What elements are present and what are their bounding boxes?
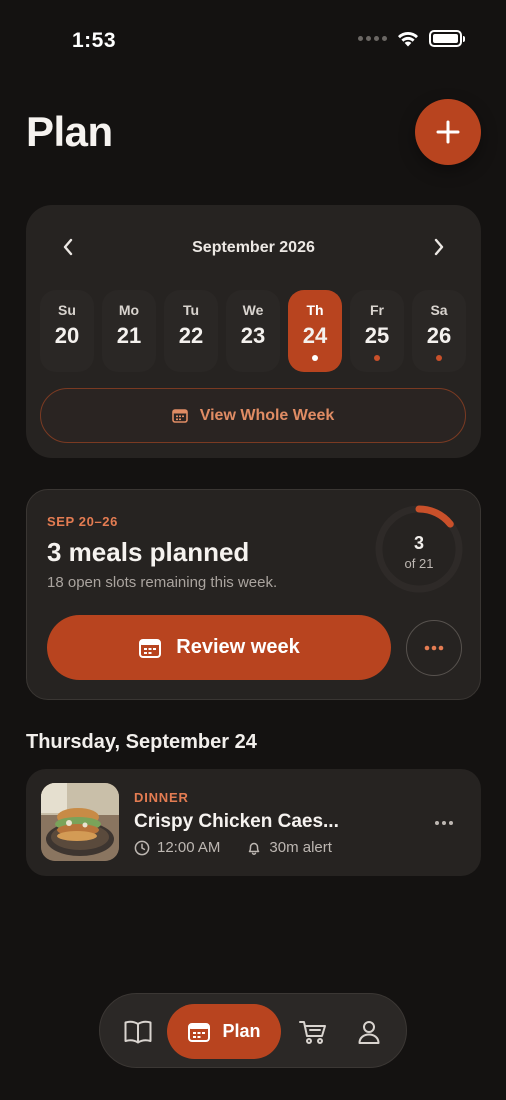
review-week-button[interactable]: Review week xyxy=(47,615,391,680)
week-calendar-card: September 2026 Su 20 Mo 21 Tu 22 We 23 T… xyxy=(26,205,481,458)
meal-progress-arc xyxy=(415,505,454,528)
book-icon xyxy=(124,1020,152,1043)
day-selector: Su 20 Mo 21 Tu 22 We 23 Th 24 Fr 25 Sa 2… xyxy=(40,290,468,372)
day-number: 23 xyxy=(240,323,266,348)
day-cell-tue[interactable]: Tu 22 xyxy=(164,290,218,372)
meal-alert: 30m alert xyxy=(269,839,332,856)
meal-photo xyxy=(41,783,119,861)
calendar-header: September 2026 xyxy=(26,235,481,261)
progress-count: 3 xyxy=(413,533,424,553)
day-of-week: We xyxy=(242,302,264,318)
nav-plan-label: Plan xyxy=(222,1021,261,1041)
day-of-week: Fr xyxy=(370,302,384,318)
day-cell-wed[interactable]: We 23 xyxy=(226,290,280,372)
ellipsis-icon xyxy=(435,821,453,825)
plus-icon xyxy=(436,120,460,144)
nav-shopping-cart[interactable] xyxy=(285,1004,341,1059)
meal-time: 12:00 AM xyxy=(157,839,221,856)
day-number: 21 xyxy=(116,323,142,348)
view-whole-week-button[interactable]: View Whole Week xyxy=(40,388,466,443)
progress-total: of 21 xyxy=(404,556,434,571)
day-number: 26 xyxy=(426,323,452,348)
meal-meta: 12:00 AM 30m alert xyxy=(134,839,332,856)
page-title: Plan xyxy=(26,108,113,155)
calendar-icon xyxy=(171,409,188,423)
review-week-label: Review week xyxy=(176,636,300,658)
next-week-button[interactable] xyxy=(427,235,451,259)
status-indicators xyxy=(358,30,465,47)
meal-options-button[interactable] xyxy=(424,809,464,837)
day-number: 25 xyxy=(364,323,390,348)
day-number: 22 xyxy=(178,323,204,348)
month-label: September 2026 xyxy=(192,239,315,256)
plan-screen: 1:53 Plan September 2026 Su 20 Mo 21 Tu … xyxy=(0,0,506,1100)
day-of-week: Tu xyxy=(182,302,200,318)
ellipsis-icon xyxy=(424,645,444,651)
clock-icon xyxy=(134,840,150,855)
meal-indicator-dot xyxy=(436,355,442,361)
meal-card[interactable]: DINNER Crispy Chicken Caes... 12:00 AM 3… xyxy=(26,769,481,876)
day-cell-fri[interactable]: Fr 25 xyxy=(350,290,404,372)
person-icon xyxy=(358,1020,380,1044)
cart-icon xyxy=(299,1020,326,1044)
day-cell-sun[interactable]: Su 20 xyxy=(40,290,94,372)
bottom-navigation: Plan xyxy=(99,993,407,1068)
meals-planned-title: 3 meals planned xyxy=(47,537,250,567)
open-slots-subtitle: 18 open slots remaining this week. xyxy=(47,574,278,591)
view-whole-week-label: View Whole Week xyxy=(199,406,335,424)
day-cell-thu[interactable]: Th 24 xyxy=(288,290,342,372)
meal-indicator-dot xyxy=(312,355,318,361)
day-number: 24 xyxy=(302,323,328,348)
meal-photo-image xyxy=(41,783,119,861)
add-meal-button[interactable] xyxy=(415,99,481,165)
week-range-label: SEP 20–26 xyxy=(47,514,118,529)
wifi-icon xyxy=(398,31,418,46)
cellular-signal-icon xyxy=(358,36,387,41)
week-summary-card: SEP 20–26 3 meals planned 18 open slots … xyxy=(26,489,481,700)
day-cell-sat[interactable]: Sa 26 xyxy=(412,290,466,372)
battery-icon xyxy=(429,30,465,47)
day-number: 20 xyxy=(54,323,80,348)
day-of-week: Su xyxy=(58,302,76,318)
day-of-week: Th xyxy=(306,302,324,318)
nav-profile[interactable] xyxy=(341,1004,397,1059)
meal-type-label: DINNER xyxy=(134,790,189,805)
day-of-week: Sa xyxy=(430,302,448,318)
nav-plan[interactable]: Plan xyxy=(167,1004,281,1059)
nav-recipes[interactable] xyxy=(110,1004,166,1059)
selected-day-heading: Thursday, September 24 xyxy=(26,731,257,753)
bell-icon xyxy=(249,842,260,855)
calendar-icon xyxy=(139,638,162,658)
week-options-button[interactable] xyxy=(406,620,462,676)
day-of-week: Mo xyxy=(118,302,140,318)
meal-name: Crispy Chicken Caes... xyxy=(134,811,339,832)
calendar-icon xyxy=(188,1022,211,1042)
day-cell-mon[interactable]: Mo 21 xyxy=(102,290,156,372)
meal-indicator-dot xyxy=(374,355,380,361)
status-time: 1:53 xyxy=(72,29,117,52)
chevron-right-icon xyxy=(434,238,444,256)
